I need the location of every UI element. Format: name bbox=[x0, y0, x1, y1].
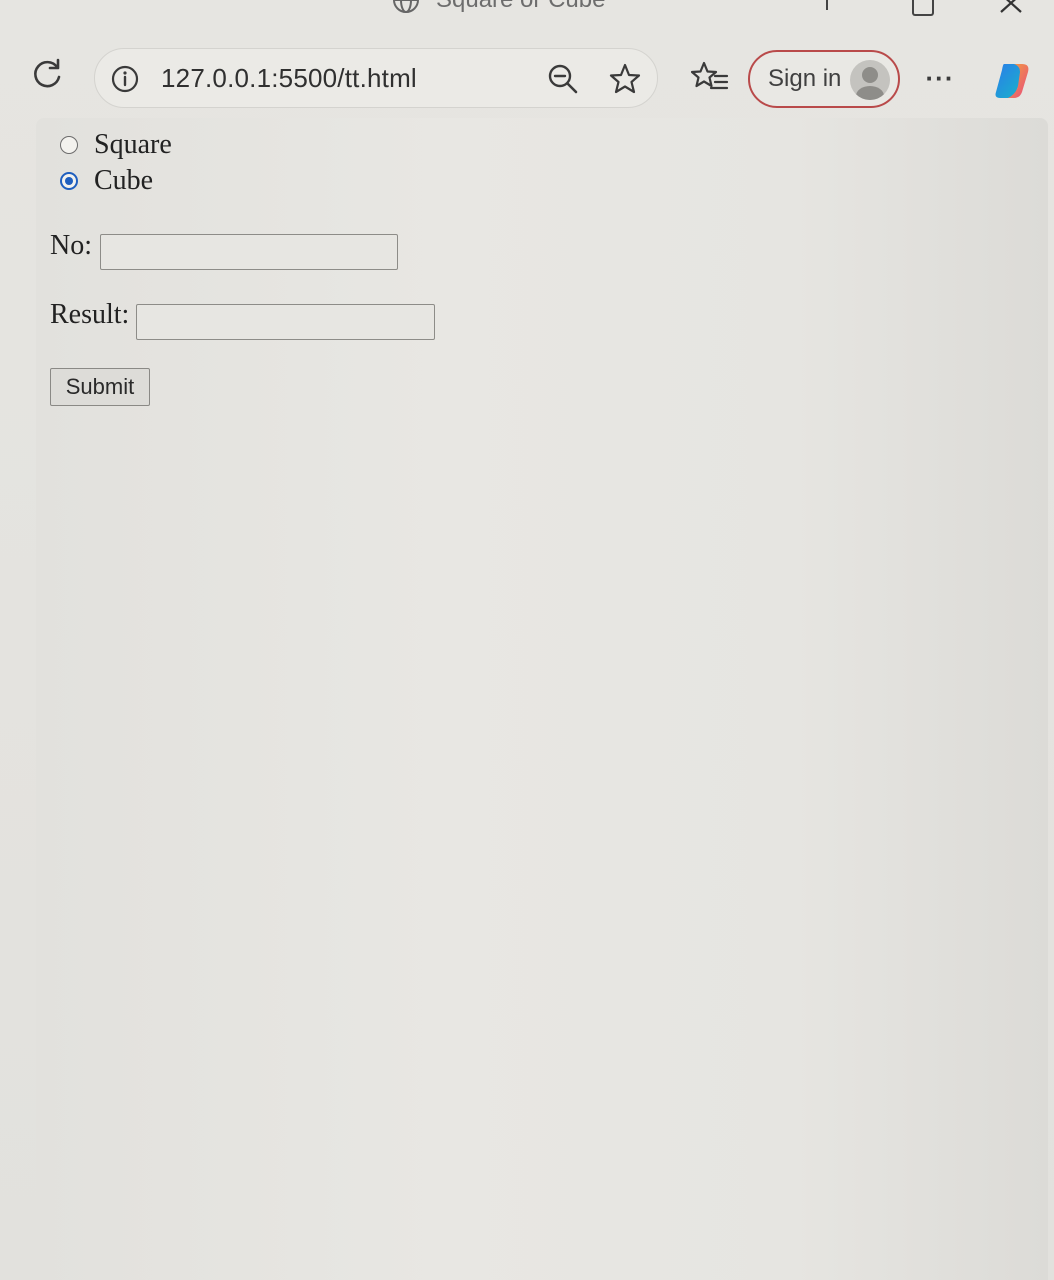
radio-square-control[interactable] bbox=[60, 136, 78, 154]
window-title: Square or Cube bbox=[436, 0, 605, 14]
site-info-button[interactable] bbox=[109, 63, 141, 95]
info-icon bbox=[111, 65, 139, 93]
result-input[interactable] bbox=[136, 304, 435, 340]
person-icon bbox=[856, 67, 884, 100]
browser-window: Square or Cube 127.0.0.1:5500/tt.html bbox=[0, 0, 1054, 1280]
refresh-button[interactable] bbox=[26, 54, 68, 96]
more-options-button[interactable]: ··· bbox=[918, 58, 962, 98]
maximize-icon[interactable] bbox=[912, 0, 934, 16]
submit-button[interactable]: Submit bbox=[50, 368, 150, 406]
zoom-out-icon bbox=[548, 64, 578, 94]
title-bar: Square or Cube bbox=[0, 0, 1054, 20]
radio-cube-control[interactable] bbox=[60, 172, 78, 190]
result-label: Result: bbox=[50, 299, 130, 330]
radio-cube-label: Cube bbox=[94, 165, 154, 196]
favorites-list-icon bbox=[691, 61, 729, 90]
browser-toolbar: 127.0.0.1:5500/tt.html Sign in ··· bbox=[0, 40, 1054, 116]
page-content: Square Cube No: Result: Submit bbox=[36, 118, 1048, 1280]
more-icon: ··· bbox=[925, 62, 955, 93]
zoom-button[interactable] bbox=[545, 61, 581, 97]
close-icon[interactable] bbox=[998, 0, 1024, 16]
copilot-icon bbox=[995, 64, 1029, 98]
refresh-icon bbox=[34, 58, 61, 88]
radio-square[interactable]: Square bbox=[60, 129, 172, 160]
no-input[interactable] bbox=[100, 234, 398, 270]
no-label: No: bbox=[50, 230, 92, 261]
address-bar[interactable]: 127.0.0.1:5500/tt.html bbox=[94, 48, 658, 108]
url-text[interactable]: 127.0.0.1:5500/tt.html bbox=[161, 63, 417, 94]
favorite-button[interactable] bbox=[607, 61, 643, 97]
avatar bbox=[850, 60, 890, 100]
sign-in-button[interactable]: Sign in bbox=[748, 50, 900, 108]
globe-icon bbox=[393, 0, 419, 13]
favorites-button[interactable] bbox=[690, 58, 730, 98]
radio-square-label: Square bbox=[94, 129, 172, 160]
minimize-icon[interactable] bbox=[826, 0, 828, 10]
copilot-button[interactable] bbox=[988, 56, 1036, 104]
sign-in-label: Sign in bbox=[768, 65, 842, 92]
star-icon bbox=[609, 63, 641, 94]
radio-cube[interactable]: Cube bbox=[60, 165, 154, 196]
